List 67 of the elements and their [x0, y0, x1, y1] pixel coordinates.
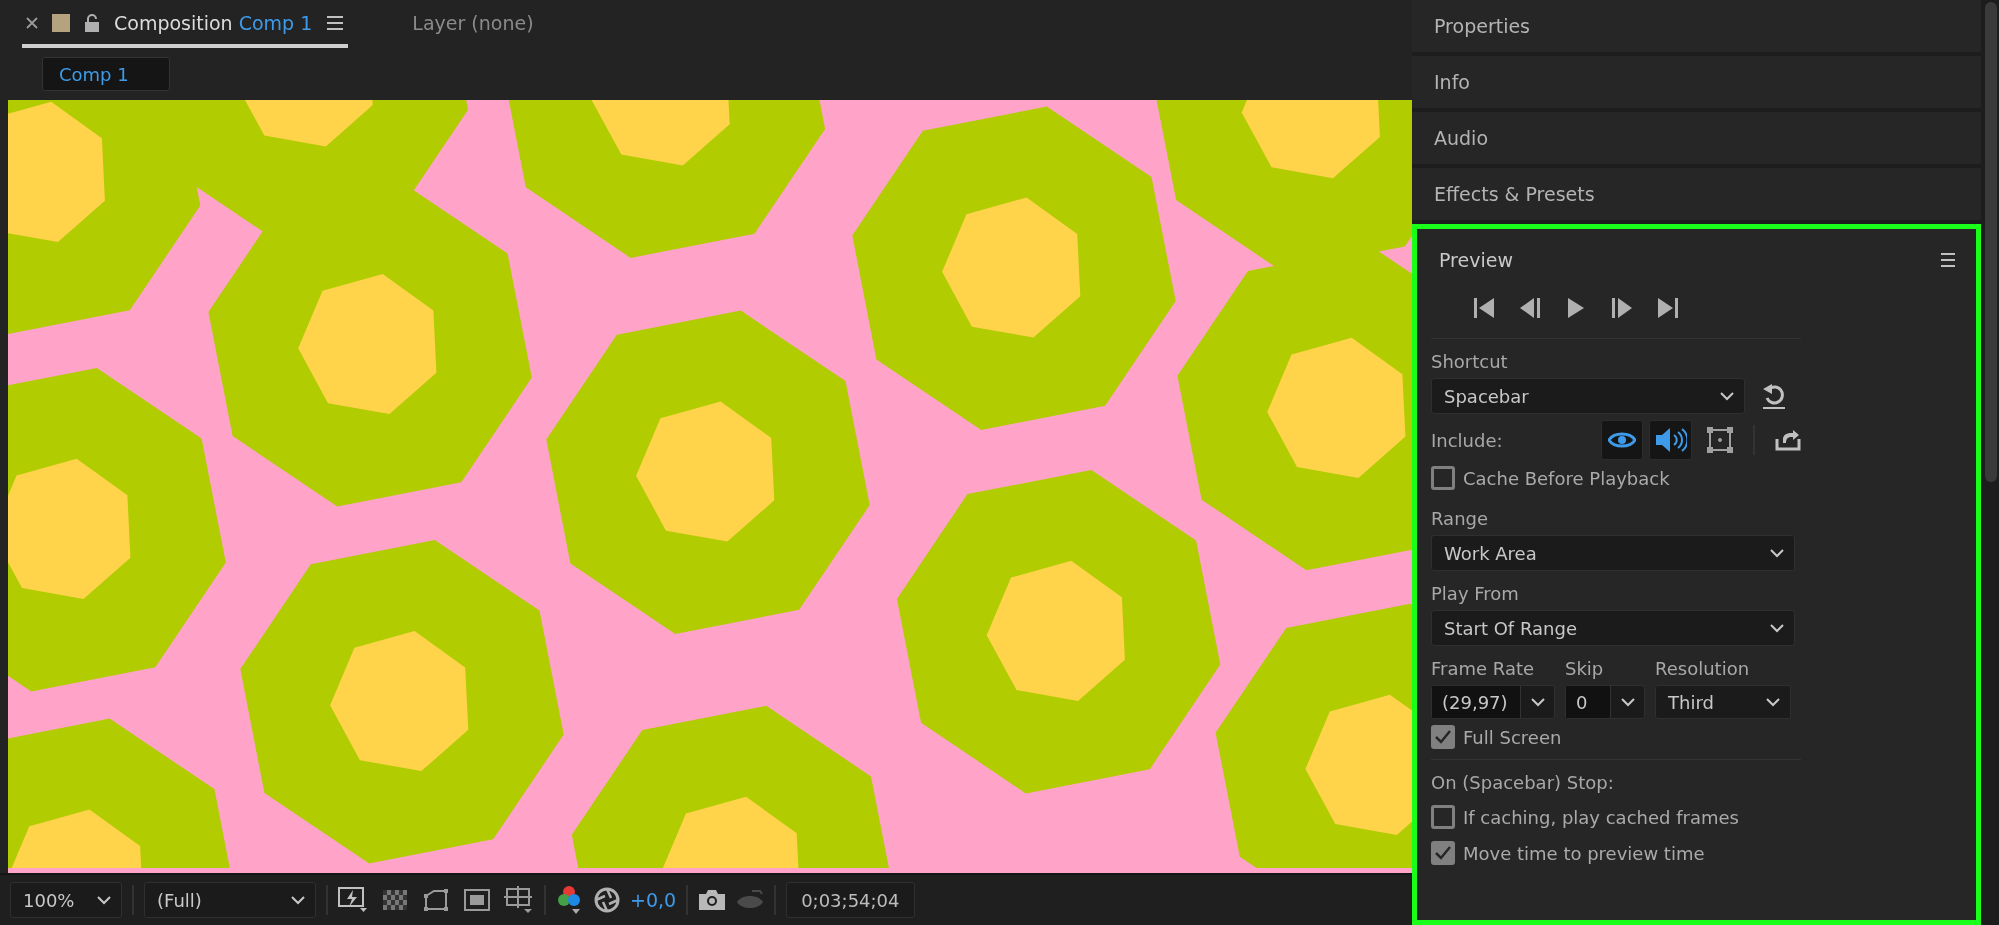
checkbox-label: Full Screen — [1463, 726, 1562, 748]
chevron-down-icon — [1770, 623, 1784, 633]
tab-label: Composition Comp 1 — [114, 12, 313, 34]
reset-icon[interactable] — [1761, 383, 1787, 409]
skip-field[interactable]: 0 — [1565, 685, 1645, 719]
include-label: Include: — [1431, 429, 1504, 451]
grid-guides-icon[interactable] — [504, 886, 534, 914]
chevron-down-icon — [1530, 697, 1545, 707]
checkbox[interactable] — [1431, 725, 1455, 749]
layer-tab[interactable]: Layer (none) — [408, 2, 538, 48]
field-label: Shortcut — [1431, 351, 1509, 372]
chevron-down-icon — [1770, 548, 1784, 558]
play-from-dropdown[interactable]: Start Of Range — [1431, 610, 1795, 646]
chevron-down-icon — [1720, 391, 1734, 401]
export-icon[interactable] — [1775, 429, 1801, 451]
panel-header[interactable]: Audio — [1412, 112, 1981, 164]
checkbox-label: If caching, play cached frames — [1463, 806, 1739, 828]
fast-preview-icon[interactable] — [338, 887, 368, 913]
menu-icon[interactable] — [326, 16, 345, 30]
region-of-interest-icon[interactable] — [464, 889, 490, 911]
camera-icon[interactable] — [698, 889, 727, 911]
checkbox-label: Cache Before Playback — [1463, 467, 1670, 489]
field-label: Skip — [1565, 658, 1605, 679]
panel-header[interactable]: Info — [1412, 56, 1981, 108]
checkbox[interactable] — [1431, 841, 1455, 865]
panel-header[interactable]: Properties — [1412, 0, 1981, 52]
field-label: Resolution — [1655, 658, 1751, 679]
color-swatch[interactable] — [52, 14, 70, 32]
checkbox-label: Move time to preview time — [1463, 842, 1705, 864]
checkbox[interactable] — [1431, 805, 1455, 829]
next-frame-icon[interactable] — [1610, 296, 1634, 319]
close-icon[interactable] — [26, 17, 38, 29]
aperture-icon[interactable] — [594, 887, 620, 913]
chevron-down-icon — [1766, 697, 1780, 707]
scrollbar[interactable] — [1985, 2, 1997, 482]
include-toggle[interactable] — [1649, 420, 1693, 460]
field-label: Range — [1431, 508, 1490, 529]
checkerboard-icon[interactable] — [382, 889, 408, 911]
field-label: Frame Rate — [1431, 658, 1536, 679]
zoom-dropdown[interactable]: 100% — [10, 882, 122, 918]
exposure-value[interactable]: +0,0 — [630, 889, 677, 911]
checkbox[interactable] — [1431, 466, 1455, 490]
composition-tab[interactable]: Composition Comp 1 — [22, 2, 349, 48]
timecode-display[interactable]: 0;03;54;04 — [786, 882, 915, 918]
menu-icon[interactable] — [1940, 253, 1956, 267]
last-frame-icon[interactable] — [1656, 296, 1680, 319]
speaker-icon — [1654, 427, 1687, 453]
previous-frame-icon[interactable] — [1518, 296, 1542, 319]
eye-icon — [1607, 431, 1636, 449]
lock-icon[interactable] — [84, 14, 100, 32]
field-label: Play From — [1431, 583, 1520, 604]
mask-path-icon[interactable] — [422, 888, 450, 912]
frame-rate-field[interactable]: (29,97) — [1431, 685, 1555, 719]
shortcut-dropdown[interactable]: Spacebar — [1431, 378, 1745, 414]
panel-header[interactable]: Effects & Presets — [1412, 168, 1981, 220]
section-label: On (Spacebar) Stop: — [1431, 772, 1615, 793]
chevron-down-icon — [291, 895, 305, 905]
breadcrumb[interactable]: Comp 1 — [42, 57, 170, 91]
range-dropdown[interactable]: Work Area — [1431, 535, 1795, 571]
panel-title: Preview — [1439, 249, 1513, 271]
chevron-down-icon — [97, 895, 111, 905]
overlay-frame-icon — [1706, 427, 1733, 453]
first-frame-icon[interactable] — [1472, 296, 1496, 319]
resolution-dropdown[interactable]: (Full) — [144, 882, 316, 918]
chevron-down-icon — [1620, 697, 1635, 707]
include-toggle[interactable] — [1600, 420, 1644, 460]
resolution-dropdown[interactable]: Third — [1655, 685, 1791, 719]
